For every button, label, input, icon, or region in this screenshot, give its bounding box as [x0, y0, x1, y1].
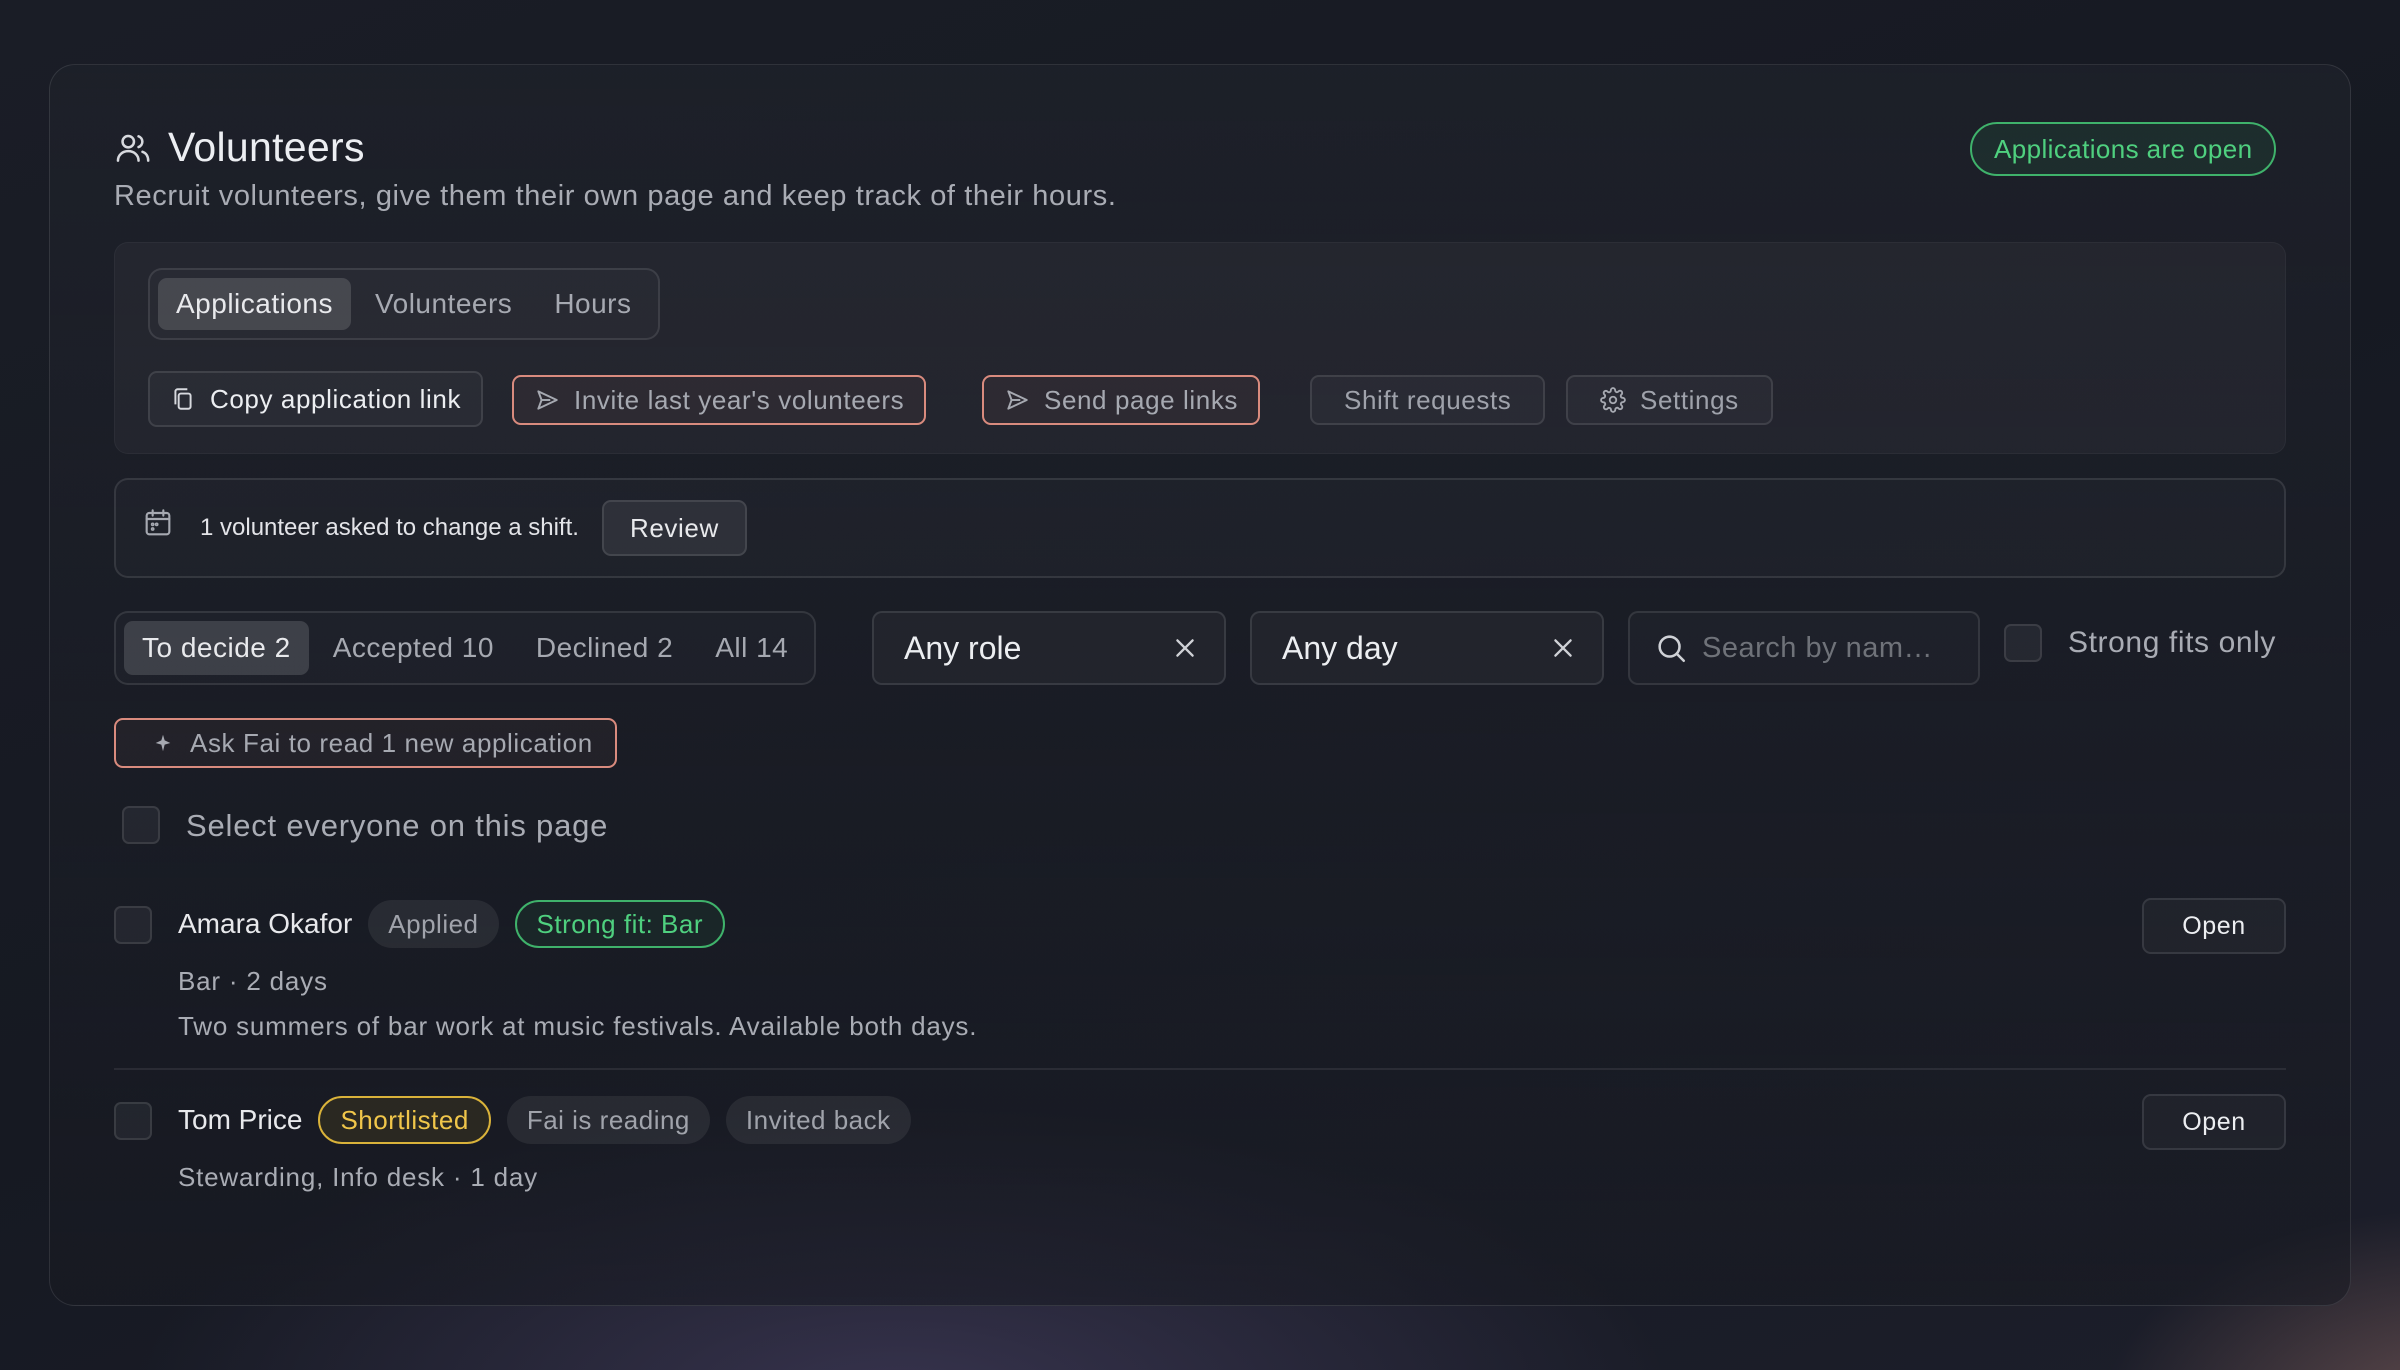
users-icon: [114, 129, 152, 167]
send-page-links-button[interactable]: Send page links: [982, 375, 1261, 425]
shift-requests-button[interactable]: Shift requests: [1310, 375, 1546, 425]
invite-last-year-button[interactable]: Invite last year's volunteers: [512, 375, 927, 425]
filter-all[interactable]: All 14: [697, 621, 806, 675]
applicant-meta: Bar · 2 days: [178, 966, 328, 996]
copy-application-link-button[interactable]: Copy application link: [148, 371, 484, 427]
ask-fai-label: Ask Fai to read 1 new application: [190, 727, 593, 758]
role-select-value: Any role: [904, 629, 1022, 666]
select-all-checkbox[interactable]: [122, 806, 160, 844]
review-button[interactable]: Review: [602, 500, 747, 556]
send-icon: [534, 387, 560, 413]
applicant-checkbox[interactable]: [114, 1102, 152, 1140]
applicant-checkbox[interactable]: [114, 906, 152, 944]
send-icon: [1004, 387, 1030, 413]
open-applicant-button[interactable]: Open: [2142, 1094, 2286, 1150]
fit-badge: Strong fit: Bar: [514, 900, 725, 948]
gear-icon: [1600, 387, 1626, 413]
filter-accepted[interactable]: Accepted 10: [315, 621, 512, 675]
page-header: Volunteers: [114, 124, 365, 171]
settings-button[interactable]: Settings: [1566, 375, 1773, 425]
open-applicant-button[interactable]: Open: [2142, 898, 2286, 954]
day-select[interactable]: Any day: [1250, 611, 1604, 685]
tab-hours[interactable]: Hours: [536, 278, 649, 330]
copy-icon: [170, 386, 196, 412]
select-all-label: Select everyone on this page: [186, 808, 609, 843]
role-select[interactable]: Any role: [872, 611, 1226, 685]
status-badge: Shortlisted: [318, 1096, 491, 1144]
page-subtitle: Recruit volunteers, give them their own …: [114, 180, 1117, 212]
tag-badge: Fai is reading: [506, 1096, 710, 1144]
status-filter-tabs: To decide 2 Accepted 10 Declined 2 All 1…: [114, 611, 817, 685]
filter-declined[interactable]: Declined 2: [518, 621, 691, 675]
strong-fits-label: Strong fits only: [2068, 626, 2277, 659]
sparkle-icon: [152, 732, 174, 754]
status-badge: Applied: [368, 900, 499, 948]
page-title: Volunteers: [168, 124, 365, 170]
filter-to-decide[interactable]: To decide 2: [124, 621, 309, 675]
copy-application-link-label: Copy application link: [210, 383, 462, 414]
tab-applications[interactable]: Applications: [158, 278, 351, 330]
applicant-name[interactable]: Amara Okafor: [178, 908, 352, 940]
search-field[interactable]: [1628, 611, 1980, 685]
applicant-header: Amara Okafor Applied Strong fit: Bar: [178, 900, 725, 948]
shift-requests-label: Shift requests: [1344, 384, 1512, 415]
applicant-name[interactable]: Tom Price: [178, 1104, 302, 1136]
applications-status-badge[interactable]: Applications are open: [1970, 122, 2277, 176]
tab-volunteers[interactable]: Volunteers: [357, 278, 530, 330]
search-input[interactable]: [1702, 631, 1952, 665]
main-tabs: Applications Volunteers Hours: [148, 268, 660, 340]
applicant-meta: Stewarding, Info desk · 1 day: [178, 1162, 538, 1192]
tag-badge: Invited back: [725, 1096, 911, 1144]
close-icon[interactable]: [1172, 635, 1198, 661]
calendar-icon: [142, 506, 174, 540]
ask-fai-button[interactable]: Ask Fai to read 1 new application: [114, 718, 617, 768]
send-page-links-label: Send page links: [1044, 384, 1239, 415]
row-divider: [114, 1068, 2286, 1070]
day-select-value: Any day: [1282, 629, 1398, 666]
search-icon: [1654, 631, 1688, 665]
shift-change-notice-text: 1 volunteer asked to change a shift.: [200, 514, 579, 541]
settings-label: Settings: [1640, 384, 1739, 415]
invite-last-year-label: Invite last year's volunteers: [574, 384, 905, 415]
applicant-header: Tom Price Shortlisted Fai is reading Inv…: [178, 1096, 911, 1144]
close-icon[interactable]: [1550, 635, 1576, 661]
applicant-note: Two summers of bar work at music festiva…: [178, 1011, 978, 1041]
strong-fits-checkbox[interactable]: [2004, 624, 2042, 662]
